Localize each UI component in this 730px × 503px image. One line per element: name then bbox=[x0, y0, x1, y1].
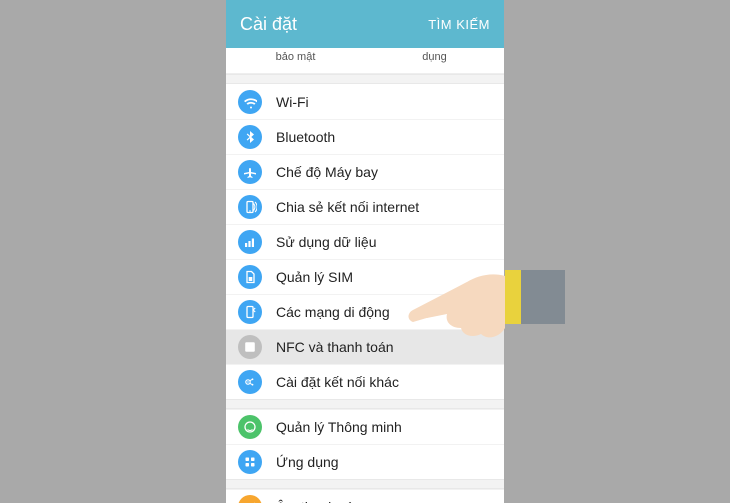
settings-row-tether[interactable]: Chia sẻ kết nối internet bbox=[226, 189, 504, 224]
airplane-icon bbox=[238, 160, 262, 184]
settings-row-apps[interactable]: Ứng dụng bbox=[226, 444, 504, 479]
more-icon bbox=[238, 370, 262, 394]
page-title: Cài đặt bbox=[240, 14, 297, 35]
settings-row-label: Chế độ Máy bay bbox=[276, 164, 378, 180]
nfc-icon bbox=[238, 335, 262, 359]
settings-row-label: Quản lý Thông minh bbox=[276, 419, 402, 435]
search-button[interactable]: TÌM KIẾM bbox=[428, 17, 490, 32]
data-icon bbox=[238, 230, 262, 254]
tab-right[interactable]: dụng bbox=[365, 48, 504, 73]
tether-icon bbox=[238, 195, 262, 219]
settings-row-sound[interactable]: Âm thanh và rung bbox=[226, 489, 504, 503]
settings-row-label: Bluetooth bbox=[276, 129, 335, 145]
smart-icon bbox=[238, 415, 262, 439]
settings-row-mobile[interactable]: Các mạng di động bbox=[226, 294, 504, 329]
tab-strip: bảo mật dụng bbox=[226, 48, 504, 74]
app-header: Cài đặt TÌM KIẾM bbox=[226, 0, 504, 48]
settings-list: Wi-Fi Bluetooth Chế độ Máy bay Chia sẻ kết … bbox=[226, 84, 504, 503]
apps-icon bbox=[238, 450, 262, 474]
settings-row-wifi[interactable]: Wi-Fi bbox=[226, 84, 504, 119]
section-divider bbox=[226, 399, 504, 409]
tab-left[interactable]: bảo mật bbox=[226, 48, 365, 73]
settings-row-label: Các mạng di động bbox=[276, 304, 390, 320]
settings-row-bluetooth[interactable]: Bluetooth bbox=[226, 119, 504, 154]
settings-row-label: Cài đặt kết nối khác bbox=[276, 374, 399, 390]
settings-row-label: Sử dụng dữ liệu bbox=[276, 234, 376, 250]
bluetooth-icon bbox=[238, 125, 262, 149]
settings-screen: Cài đặt TÌM KIẾM bảo mật dụng Wi-Fi Bluet… bbox=[226, 0, 504, 503]
sound-icon bbox=[238, 495, 262, 503]
section-divider bbox=[226, 479, 504, 489]
settings-row-label: Ứng dụng bbox=[276, 454, 339, 470]
settings-row-more[interactable]: Cài đặt kết nối khác bbox=[226, 364, 504, 399]
settings-row-label: Wi-Fi bbox=[276, 94, 309, 110]
settings-row-sim[interactable]: Quản lý SIM bbox=[226, 259, 504, 294]
settings-row-label: Âm thanh và rung bbox=[276, 499, 387, 503]
settings-row-datausage[interactable]: Sử dụng dữ liệu bbox=[226, 224, 504, 259]
settings-row-label: Quản lý SIM bbox=[276, 269, 353, 285]
settings-row-airplane[interactable]: Chế độ Máy bay bbox=[226, 154, 504, 189]
wifi-icon bbox=[238, 90, 262, 114]
settings-row-nfc[interactable]: NFC và thanh toán bbox=[226, 329, 504, 364]
settings-row-smartmgr[interactable]: Quản lý Thông minh bbox=[226, 409, 504, 444]
settings-row-label: Chia sẻ kết nối internet bbox=[276, 199, 419, 215]
mobile-icon bbox=[238, 300, 262, 324]
sim-icon bbox=[238, 265, 262, 289]
section-divider bbox=[226, 74, 504, 84]
settings-row-label: NFC và thanh toán bbox=[276, 339, 394, 355]
